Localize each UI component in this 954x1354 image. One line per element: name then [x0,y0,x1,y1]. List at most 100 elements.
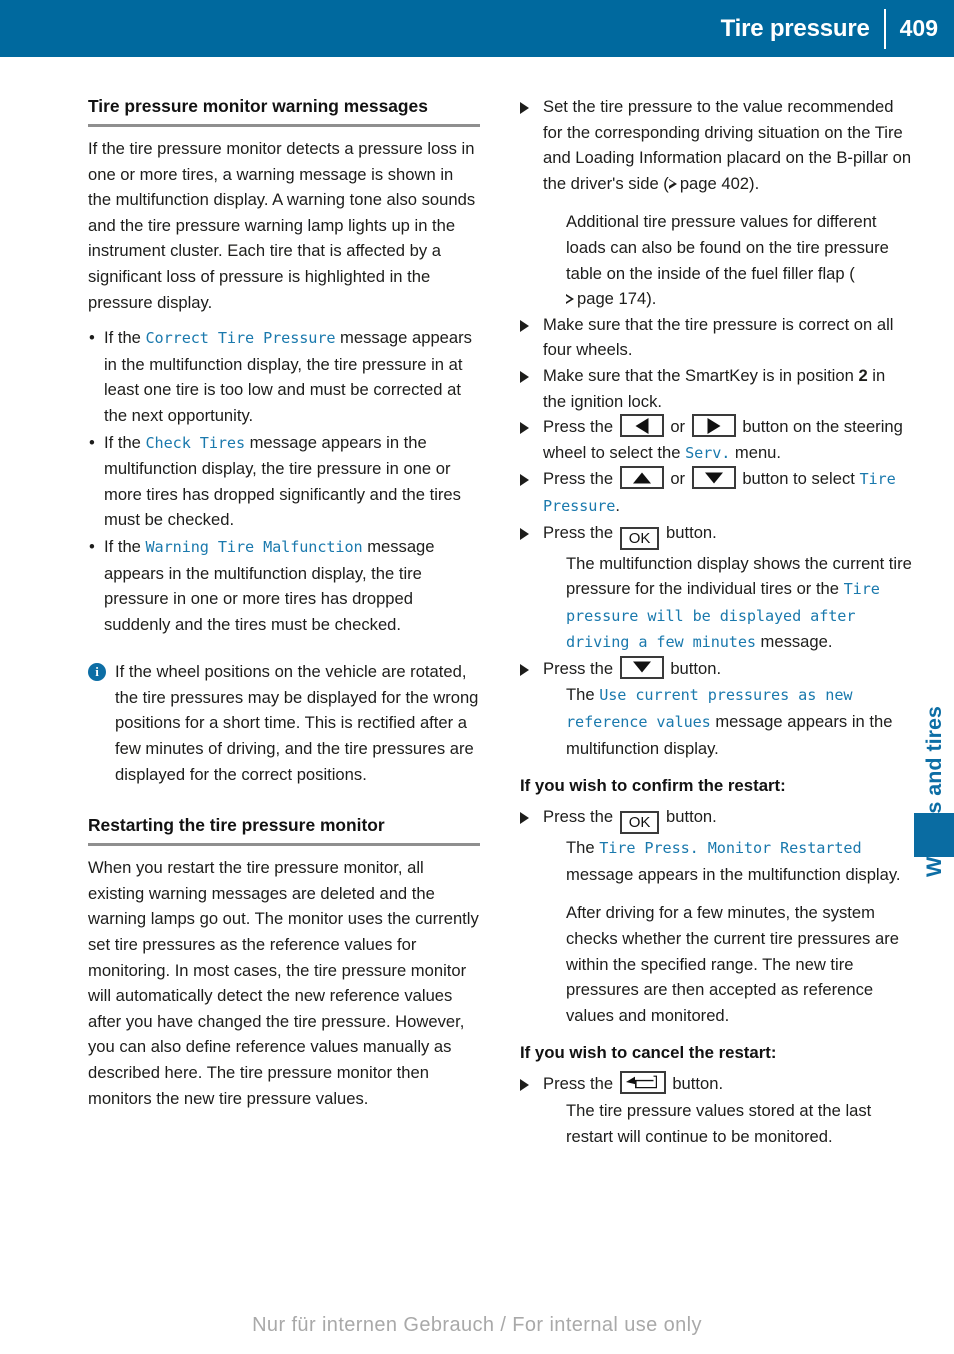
step-followup-paragraph: Additional tire pressure values for diff… [543,209,912,311]
info-icon: i [88,663,106,682]
bullet-lead-text: If the [104,328,146,348]
step-result-paragraph: The multifunction display shows the curr… [543,551,912,656]
result-text-end: message appears in the multifunction dis… [566,864,901,884]
page-title: Tire pressure [720,14,870,42]
bullet-dot: • [89,328,95,348]
return-arrow-glyph [625,1076,657,1089]
right-triangle-glyph [707,417,721,434]
step-press-down: Press the button. The Use current pressu… [520,655,912,761]
cross-reference-triangle-icon [566,294,575,305]
step-result-paragraph: The tire pressure values stored at the l… [566,1101,872,1146]
step-marker-triangle-icon [520,319,529,332]
arrow-down-button-icon[interactable] [691,466,736,490]
step-press-ok-first: Press the OK button. The multifunction d… [520,520,912,656]
step-set-tire-pressure: Set the tire pressure to the value recom… [520,94,912,312]
result-text: The [566,685,600,705]
page-header-content: Tire pressure 409 [721,0,954,57]
step-text: Press the [543,469,618,489]
step-check-all-wheels: Make sure that the tire pressure is corr… [520,312,912,363]
arrow-left-button-icon[interactable] [619,414,664,438]
cross-reference[interactable]: page 174 [566,289,646,308]
step-text: Press the [543,417,618,437]
step-cancel-press-back: Press the button. The tire pressure valu… [520,1071,912,1149]
step-marker-triangle-icon [520,527,529,540]
menu-name-code: Serv. [685,443,731,462]
ok-button-icon[interactable]: OK [619,526,660,550]
list-item: • If the Correct Tire Pressure message ap… [88,325,480,428]
cross-reference-label: page 174 [577,289,647,309]
arrow-up-button-icon[interactable] [619,466,664,490]
left-column: Tire pressure monitor warning messages I… [88,94,480,1111]
step-marker-triangle-icon [520,370,529,383]
confirm-step-list: Press the OK button. The Tire Press. Mon… [520,804,912,1028]
step-marker-triangle-icon [520,1079,529,1092]
info-note: i If the wheel positions on the vehicle a… [88,659,480,787]
section-heading-restarting: Restarting the tire pressure monitor [88,815,385,836]
display-message-code: Correct Tire Pressure [145,329,336,348]
step-text-end: button. [665,658,722,678]
step-additional-paragraph: After driving for a few minutes, the sys… [566,903,899,1025]
result-text-end: message. [755,632,833,652]
up-triangle-glyph [632,472,651,484]
bullet-dot: • [89,536,95,556]
display-message-code: Tire Press. Monitor Restarted [599,839,862,858]
step-confirm-press-ok: Press the OK button. The Tire Press. Mon… [520,804,912,1028]
arrow-down-button-icon[interactable] [619,655,664,679]
step-text-mid: or [665,417,690,437]
cancel-step-list: Press the button. The tire pressure valu… [520,1071,912,1149]
restart-paragraph: When you restart the tire pressure monit… [88,858,479,1108]
ignition-position-value: 2 [858,365,868,385]
down-triangle-glyph [632,661,651,673]
subheading-confirm-restart: If you wish to confirm the restart: [520,776,786,796]
right-column: Set the tire pressure to the value recom… [520,94,912,1149]
cross-reference[interactable]: page 402 [668,174,749,193]
step-select-tire-pressure: Press the or button to select Tire Press… [520,466,912,519]
step-text: Press the [543,522,618,542]
section-heading-warning-messages: Tire pressure monitor warning messages [88,96,428,116]
left-triangle-glyph [635,417,649,434]
arrow-right-button-icon[interactable] [691,414,736,438]
subheading-cancel-restart: If you wish to cancel the restart: [520,1043,777,1063]
step-text-end: menu. [730,442,782,462]
page-header-bar: Tire pressure 409 [0,0,954,57]
intro-paragraph: If the tire pressure monitor detects a p… [88,139,476,312]
cross-reference-triangle-icon [668,178,678,190]
down-triangle-glyph [704,472,723,484]
ok-button-icon[interactable]: OK [619,811,660,835]
step-text: Make sure that the tire pressure is corr… [543,314,894,360]
step-result-paragraph: The Use current pressures as new referen… [543,682,912,761]
list-item: • If the Check Tires message appears in t… [88,430,480,533]
followup-text: Additional tire pressure values for diff… [566,212,889,283]
heading-rule [88,843,480,847]
result-text: The [566,838,600,858]
warning-message-list: • If the Correct Tire Pressure message ap… [88,325,480,637]
bullet-lead-text: If the [104,432,146,452]
step-select-serv-menu: Press the or button on the steering whee… [520,414,912,466]
step-marker-triangle-icon [520,102,529,114]
bullet-lead-text: If the [104,536,146,556]
followup-text-end: ). [646,289,657,309]
step-text-end: button. [661,522,717,542]
chapter-thumb-tab [914,813,954,857]
display-message-code: Check Tires [145,433,246,452]
step-smartkey-position: Make sure that the SmartKey is in positi… [520,363,912,414]
step-text-end: . [615,495,620,515]
bullet-dot: • [89,432,95,452]
step-text-end: button. [661,807,717,827]
footer-watermark: Nur für internen Gebrauch / For internal… [252,1314,702,1336]
step-text: Press the [543,658,618,678]
step-marker-triangle-icon [520,474,529,487]
page-body: Tire pressure monitor warning messages I… [0,57,954,1354]
step-text-end: button. [667,1074,724,1094]
page-number: 409 [899,15,938,41]
step-text: Press the [543,1074,618,1094]
info-note-text: If the wheel positions on the vehicle ar… [115,662,479,784]
procedure-step-list: Set the tire pressure to the value recom… [520,94,912,761]
heading-rule [88,124,480,127]
list-item: • If the Warning Tire Malfunction message… [88,534,480,637]
step-text-post: button to select [737,469,860,489]
step-result-paragraph: The Tire Press. Monitor Restarted messag… [543,835,912,887]
back-button-icon[interactable] [619,1071,666,1095]
step-text-end: ). [749,173,760,193]
